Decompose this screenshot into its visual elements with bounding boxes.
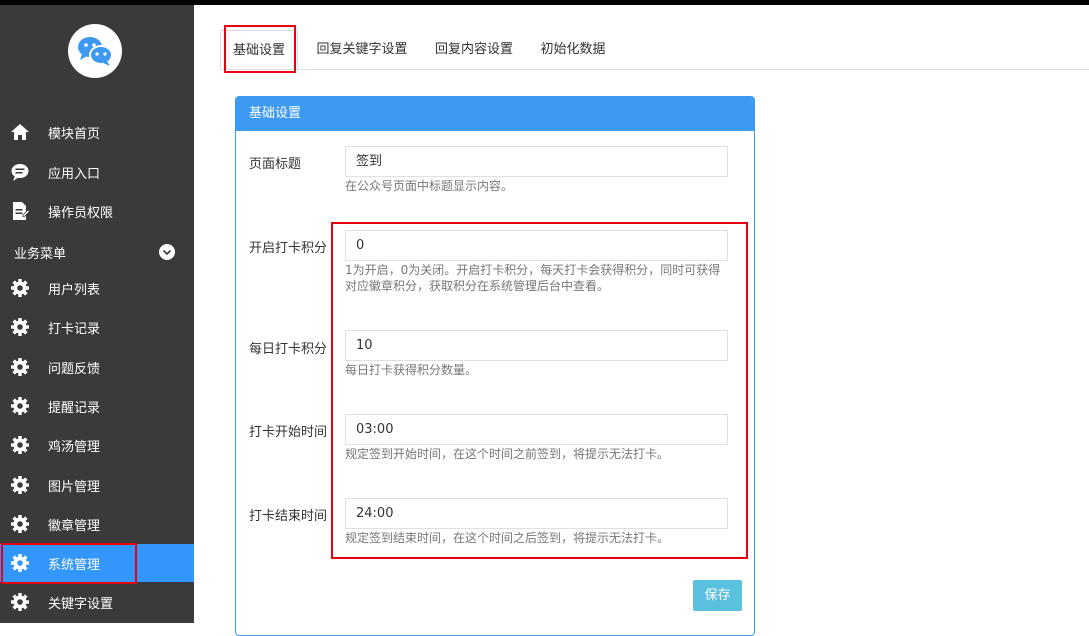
sidebar-item-badge-management[interactable]: 徽章管理 bbox=[0, 505, 194, 543]
wechat-logo-icon bbox=[68, 24, 122, 78]
highlight-box-sidebar bbox=[1, 543, 137, 584]
highlight-box-fields bbox=[331, 222, 748, 559]
chevron-down-icon[interactable] bbox=[159, 244, 175, 260]
sidebar-item-user-list[interactable]: 用户列表 bbox=[0, 269, 194, 307]
sidebar-item-checkin-records[interactable]: 打卡记录 bbox=[0, 308, 194, 346]
gear-icon bbox=[10, 514, 30, 534]
document-edit-icon bbox=[10, 201, 31, 221]
sidebar-item-reminder-records[interactable]: 提醒记录 bbox=[0, 387, 194, 425]
tab-reply-content-settings[interactable]: 回复内容设置 bbox=[425, 30, 523, 69]
label-page-title: 页面标题 bbox=[249, 157, 302, 172]
tab-initialize-data[interactable]: 初始化数据 bbox=[531, 30, 615, 69]
highlight-box-tab bbox=[224, 25, 296, 73]
sidebar-item-label: 模块首页 bbox=[48, 126, 101, 142]
sidebar: 模块首页 应用入口 操作员权限 业务菜单 用户列表 打卡记录 问题反馈 提醒记录… bbox=[0, 5, 194, 623]
sidebar-section-business-menu[interactable]: 业务菜单 bbox=[14, 243, 66, 262]
sidebar-item-app-entry[interactable]: 应用入口 bbox=[0, 153, 194, 191]
sidebar-item-label: 打卡记录 bbox=[48, 321, 101, 337]
save-button[interactable]: 保存 bbox=[693, 580, 742, 611]
home-icon bbox=[10, 122, 30, 142]
sidebar-item-image-management[interactable]: 图片管理 bbox=[0, 466, 194, 504]
sidebar-item-label: 用户列表 bbox=[48, 282, 101, 298]
sidebar-item-module-home[interactable]: 模块首页 bbox=[0, 113, 194, 151]
gear-icon bbox=[10, 278, 30, 298]
tab-bar: 基础设置 回复关键字设置 回复内容设置 初始化数据 bbox=[220, 30, 1089, 70]
panel-title: 基础设置 bbox=[236, 97, 754, 131]
sidebar-item-label: 操作员权限 bbox=[48, 205, 114, 221]
sidebar-item-label: 应用入口 bbox=[48, 166, 101, 182]
sidebar-item-label: 提醒记录 bbox=[48, 400, 101, 416]
help-page-title: 在公众号页面中标题显示内容。 bbox=[345, 179, 514, 193]
sidebar-item-label: 鸡汤管理 bbox=[48, 439, 101, 455]
sidebar-item-label: 图片管理 bbox=[48, 479, 101, 495]
label-checkin-start-time: 打卡开始时间 bbox=[249, 425, 328, 440]
page-title-input[interactable]: 签到 bbox=[345, 146, 728, 177]
gear-icon bbox=[10, 435, 30, 455]
gear-icon bbox=[10, 357, 30, 377]
gear-icon bbox=[10, 317, 30, 337]
sidebar-item-soup-management[interactable]: 鸡汤管理 bbox=[0, 426, 194, 464]
chat-bubble-icon bbox=[10, 162, 30, 182]
label-enable-checkin-points: 开启打卡积分 bbox=[249, 241, 328, 256]
sidebar-item-label: 问题反馈 bbox=[48, 361, 101, 377]
sidebar-item-keyword-settings[interactable]: 关键字设置 bbox=[0, 583, 194, 621]
sidebar-item-operator-permission[interactable]: 操作员权限 bbox=[0, 192, 194, 230]
gear-icon bbox=[10, 475, 30, 495]
sidebar-item-label: 关键字设置 bbox=[48, 596, 114, 612]
tab-reply-keyword-settings[interactable]: 回复关键字设置 bbox=[306, 30, 418, 69]
sidebar-item-label: 徽章管理 bbox=[48, 518, 101, 534]
label-checkin-end-time: 打卡结束时间 bbox=[249, 509, 328, 524]
sidebar-item-feedback[interactable]: 问题反馈 bbox=[0, 348, 194, 386]
gear-icon bbox=[10, 592, 30, 612]
label-daily-checkin-points: 每日打卡积分 bbox=[249, 342, 328, 357]
gear-icon bbox=[10, 396, 30, 416]
